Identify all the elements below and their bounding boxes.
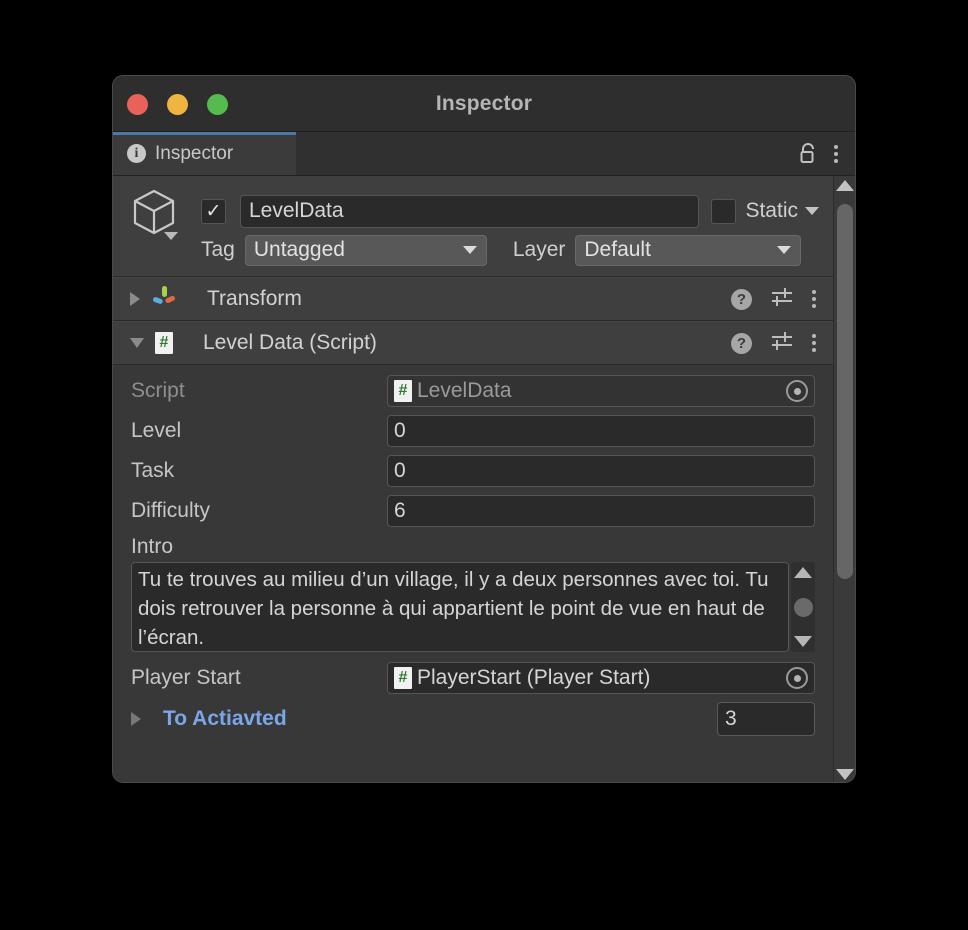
component-tools-level-data: ? — [731, 330, 816, 357]
chevron-down-icon — [777, 246, 791, 254]
component-tools-transform: ? — [731, 286, 816, 313]
player-start-label: Player Start — [131, 666, 387, 690]
scroll-up-arrow-icon[interactable] — [836, 180, 854, 191]
tag-label: Tag — [201, 238, 235, 262]
tag-layer-row: Tag Untagged Layer Default — [201, 234, 819, 266]
chevron-down-icon[interactable] — [164, 232, 178, 240]
foldout-arrow-to-activated[interactable] — [131, 712, 141, 726]
preset-sliders-icon[interactable] — [770, 330, 794, 357]
kebab-menu-icon[interactable] — [812, 290, 816, 308]
property-row-script: Script # LevelData — [113, 371, 833, 411]
component-header-transform[interactable]: Transform ? — [113, 277, 833, 321]
component-header-level-data[interactable]: # Level Data (Script) ? — [113, 321, 833, 365]
gameobject-header: ✓ LevelData Static Tag Untagged Layer — [113, 176, 833, 277]
level-input[interactable]: 0 — [387, 415, 815, 447]
task-input[interactable]: 0 — [387, 455, 815, 487]
scroll-thumb[interactable] — [794, 598, 813, 617]
gameobject-enabled-checkbox[interactable]: ✓ — [201, 199, 226, 224]
object-picker-icon[interactable] — [786, 380, 808, 402]
kebab-menu-icon[interactable] — [834, 145, 838, 163]
help-icon[interactable]: ? — [731, 289, 752, 310]
tag-dropdown-value: Untagged — [254, 238, 345, 262]
scroll-down-arrow-icon[interactable] — [836, 769, 854, 780]
to-activated-label[interactable]: To Actiavted — [163, 707, 287, 731]
kebab-menu-icon[interactable] — [812, 334, 816, 352]
property-list: Script # LevelData Level 0 Task 0 — [113, 365, 833, 740]
property-row-task: Task 0 — [113, 451, 833, 491]
to-activated-size-input[interactable]: 3 — [717, 702, 815, 736]
property-row-player-start: Player Start # PlayerStart (Player Start… — [113, 658, 833, 698]
object-picker-icon[interactable] — [786, 667, 808, 689]
script-label: Script — [131, 379, 387, 403]
tab-inspector-label: Inspector — [155, 143, 233, 165]
preset-sliders-icon[interactable] — [770, 286, 794, 313]
difficulty-input[interactable]: 6 — [387, 495, 815, 527]
traffic-light-group — [127, 94, 228, 115]
component-title-level-data: Level Data (Script) — [203, 331, 377, 355]
scroll-up-arrow-icon[interactable] — [794, 567, 812, 578]
unlock-icon[interactable] — [798, 142, 818, 165]
chevron-down-icon — [463, 246, 477, 254]
static-label: Static — [745, 199, 798, 223]
close-window-button[interactable] — [127, 94, 148, 115]
foldout-arrow-level-data[interactable] — [130, 338, 144, 348]
csharp-script-icon: # — [394, 667, 412, 689]
scroll-thumb[interactable] — [837, 204, 853, 579]
tab-strip: i Inspector — [113, 132, 855, 176]
csharp-script-icon: # — [155, 332, 173, 354]
inspector-scrollbar[interactable] — [833, 176, 855, 783]
player-start-value: PlayerStart (Player Start) — [417, 666, 650, 690]
script-value: LevelData — [417, 379, 512, 403]
minimize-window-button[interactable] — [167, 94, 188, 115]
layer-label: Layer — [513, 238, 566, 262]
gameobject-name-row: ✓ LevelData Static — [201, 194, 819, 228]
intro-label: Intro — [113, 531, 833, 562]
player-start-object-field[interactable]: # PlayerStart (Player Start) — [387, 662, 815, 694]
intro-textarea[interactable]: Tu te trouves au milieu d’un village, il… — [131, 562, 789, 652]
task-label: Task — [131, 459, 387, 483]
inspector-window: Inspector i Inspector — [112, 75, 856, 783]
scroll-down-arrow-icon[interactable] — [794, 636, 812, 647]
tab-tools — [798, 132, 855, 175]
intro-area-wrap: Tu te trouves au milieu d’un village, il… — [113, 562, 833, 652]
script-object-field[interactable]: # LevelData — [387, 375, 815, 407]
gameobject-name-input[interactable]: LevelData — [240, 195, 699, 228]
info-icon: i — [127, 144, 146, 163]
component-title-transform: Transform — [207, 287, 302, 311]
window-titlebar: Inspector — [113, 76, 855, 132]
property-row-difficulty: Difficulty 6 — [113, 491, 833, 531]
foldout-arrow-transform[interactable] — [130, 292, 140, 306]
tag-dropdown[interactable]: Untagged — [245, 235, 487, 266]
tab-inspector[interactable]: i Inspector — [113, 132, 296, 175]
inspector-body: ✓ LevelData Static Tag Untagged Layer — [113, 176, 855, 783]
static-dropdown-icon[interactable] — [805, 207, 819, 215]
csharp-script-icon: # — [394, 380, 412, 402]
layer-dropdown-value: Default — [584, 238, 651, 262]
difficulty-label: Difficulty — [131, 499, 387, 523]
intro-scrollbar[interactable] — [791, 562, 815, 652]
layer-dropdown[interactable]: Default — [575, 235, 801, 266]
check-icon: ✓ — [206, 202, 222, 221]
level-label: Level — [131, 419, 387, 443]
property-row-level: Level 0 — [113, 411, 833, 451]
property-row-to-activated: To Actiavted 3 — [113, 698, 833, 740]
static-checkbox[interactable] — [711, 199, 736, 224]
help-icon[interactable]: ? — [731, 333, 752, 354]
transform-gizmo-icon — [151, 284, 177, 315]
maximize-window-button[interactable] — [207, 94, 228, 115]
inspector-content: ✓ LevelData Static Tag Untagged Layer — [113, 176, 833, 783]
